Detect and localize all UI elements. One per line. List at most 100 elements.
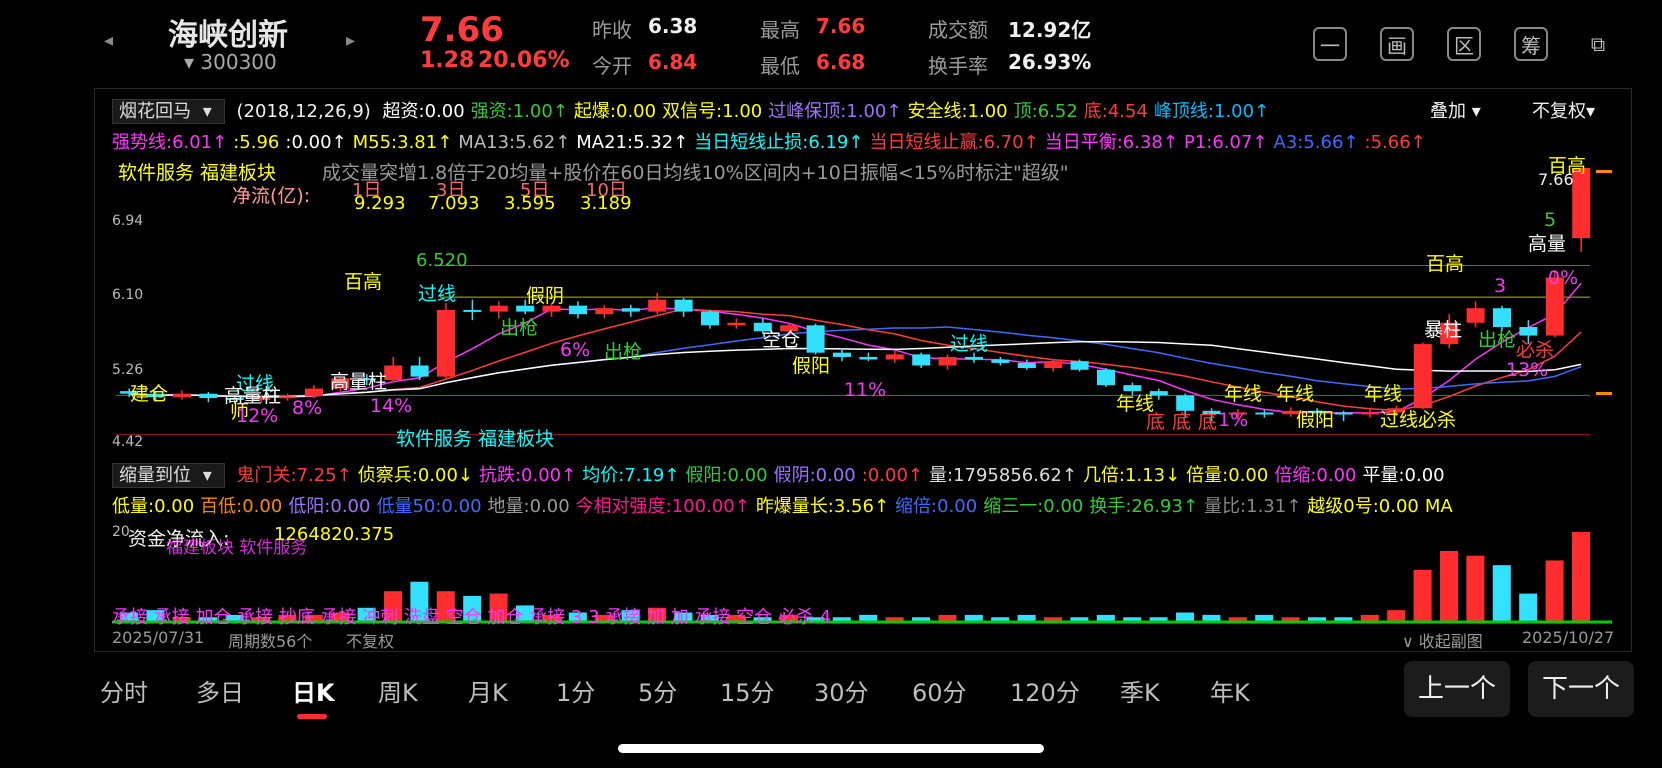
high-label: 最高 [760, 18, 800, 42]
main-row2-value-9: P1:6.07↑ [1183, 132, 1268, 153]
chip-icon[interactable]: 筹 [1514, 27, 1548, 61]
sub-row1-value-8: 几倍:1.13↓ [1082, 465, 1181, 486]
y-tick-4: 4.42 [112, 434, 144, 450]
overlay-dropdown[interactable]: 叠加 ▾ [1430, 97, 1481, 123]
chevron-down-icon: ▾ [1586, 101, 1596, 122]
tab-10[interactable]: 120分 [1010, 673, 1080, 708]
main-row1-value-4: 过峰保顶:1.00↑ [768, 101, 902, 122]
turnover-amount-value: 12.92亿 [1008, 18, 1092, 42]
fullscreen-icon[interactable]: 画 [1380, 27, 1414, 61]
sub-row1-value-7: 量:1795856.62↑ [929, 465, 1077, 486]
sub-row1-value-4: 假阳:0.00 [685, 465, 768, 486]
bottom-sector-label: 软件服务 福建板块 [396, 428, 555, 450]
flow-5: 3.595 [504, 193, 556, 214]
tab-2[interactable]: 日K [292, 673, 335, 708]
collapse-subchart-button[interactable]: ∨ 收起副图 [1402, 628, 1483, 652]
sub-indicator-dropdown[interactable]: 缩量到位 ▾ [112, 463, 225, 488]
tab-4[interactable]: 月K [468, 673, 508, 708]
stock-code[interactable]: ▾ 300300 [184, 50, 277, 74]
sub-row1-value-6: :0.00↑ [861, 465, 923, 486]
y-tick-2: 6.10 [112, 287, 144, 303]
sub-row2-value-12: MA [1424, 496, 1453, 517]
sub-row2-value-10: 量比:1.31↑ [1204, 496, 1302, 517]
sub-row1-value-5: 假阴:0.00 [773, 465, 856, 486]
turnover-rate-label: 换手率 [928, 54, 988, 78]
sub-row2-value-0: 低量:0.00 [112, 496, 195, 517]
sub-row2-value-7: 缩倍:0.00 [895, 496, 978, 517]
sub-indicator-row-1: 缩量到位 ▾ 鬼门关:7.25↑ 侦察兵:0.00↓ 抗跌:0.00↑ 均价:7.19… [112, 461, 1457, 488]
net-flow-label: 净流(亿): [232, 185, 311, 207]
main-row2-value-2: :0.00↑ [285, 132, 347, 153]
sub-row1-value-9: 倍量:0.00 [1186, 465, 1269, 486]
split-screen-icon[interactable]: ⧉ [1581, 27, 1615, 61]
tab-7[interactable]: 15分 [720, 673, 775, 708]
main-row1-value-8: 峰顶线:1.00↑ [1153, 101, 1270, 122]
level-line-label: 6.520 [416, 250, 468, 271]
sub-row2-value-5: 今相对强度:100.00↑ [575, 496, 750, 517]
sub-row2-value-4: 地量:0.00 [487, 496, 570, 517]
tab-11[interactable]: 季K [1120, 673, 1160, 708]
chevron-down-icon: ▾ [1471, 101, 1481, 122]
sub-indicator-values: 鬼门关:7.25↑ 侦察兵:0.00↓ 抗跌:0.00↑ 均价:7.19↑ 假阳:0.0… [237, 465, 1451, 486]
tab-6[interactable]: 5分 [638, 673, 677, 708]
fund-flow-value: 1264820.375 [274, 524, 395, 545]
prev-stock-button[interactable]: 上一个 [1404, 661, 1510, 717]
tab-3[interactable]: 周K [378, 673, 418, 708]
adjust-dropdown[interactable]: 不复权▾ [1532, 97, 1595, 123]
tab-8[interactable]: 30分 [814, 673, 869, 708]
prev-close-value: 6.38 [648, 14, 698, 38]
sub-row2-value-1: 百低:0.00 [200, 496, 283, 517]
top-price-label: 7.66 [1538, 170, 1574, 189]
sub-row2-value-8: 缩三一:0.00 [983, 496, 1084, 517]
main-row2-value-3: M55:3.81↑ [352, 132, 453, 153]
minimize-icon[interactable]: 一 [1313, 27, 1347, 61]
flow-1: 9.293 [354, 193, 406, 214]
turnover-amount-label: 成交额 [928, 18, 988, 42]
prev-stock-arrow[interactable]: ◂ [104, 30, 113, 51]
next-stock-button[interactable]: 下一个 [1528, 661, 1634, 717]
sub-row1-value-11: 平量:0.00 [1362, 465, 1445, 486]
main-row1-value-5: 安全线:1.00 [907, 101, 1008, 122]
sub-indicator-name: 缩量到位 [119, 465, 191, 486]
main-indicator-dropdown[interactable]: 烟花回马 ▾ [112, 99, 225, 124]
main-indicator-params: (2018,12,26,9) [236, 101, 371, 122]
main-row2-value-11: :5.66↑ [1364, 132, 1426, 153]
y-tick-3: 5.26 [112, 362, 144, 378]
overlay-label: 叠加 [1430, 101, 1466, 122]
tab-1[interactable]: 多日 [196, 673, 244, 708]
main-row2-value-5: MA21:5.32↑ [576, 132, 689, 153]
sub-row2-value-6: 昨爆量长:3.56↑ [755, 496, 890, 517]
start-date: 2025/07/31 [112, 628, 205, 647]
region-icon[interactable]: 区 [1447, 27, 1481, 61]
adjust-label: 不复权 [1532, 101, 1586, 122]
next-stock-arrow[interactable]: ▸ [346, 30, 355, 51]
tab-9[interactable]: 60分 [912, 673, 967, 708]
open-value: 6.84 [648, 50, 698, 74]
stock-name: 海峡创新 [168, 18, 288, 53]
turnover-rate-value: 26.93% [1008, 50, 1092, 74]
active-tab-indicator [297, 714, 327, 719]
main-indicator-row-2: 强势线:6.01↑:5.96:0.00↑ M55:3.81↑ MA13:5.62↑ M… [112, 128, 1432, 154]
end-date: 2025/10/27 [1522, 628, 1615, 647]
tab-5[interactable]: 1分 [556, 673, 595, 708]
sub-row1-value-0: 鬼门关:7.25↑ [236, 465, 352, 486]
open-label: 今开 [592, 54, 632, 78]
price-change: 1.28 [420, 48, 475, 73]
main-indicator-name: 烟花回马 [119, 101, 191, 122]
high-value: 7.66 [816, 14, 866, 38]
main-indicator-row-1: 烟花回马 ▾ (2018,12,26,9) 超资:0.00 强资:1.00↑ 起爆:… [112, 97, 1281, 124]
sub-row1-value-2: 抗跌:0.00↑ [478, 465, 577, 486]
sub-row2-value-9: 换手:26.93↑ [1089, 496, 1199, 517]
chevron-down-icon: ▾ [202, 101, 212, 122]
main-row1-value-0: 超资:0.00 [382, 101, 465, 122]
sub-row1-value-10: 倍缩:0.00 [1274, 465, 1357, 486]
main-indicator-values: 超资:0.00 强资:1.00↑ 起爆:0.00 双信号:1.00 过峰保顶:1.00↑… [383, 101, 1276, 122]
sub-row1-value-3: 均价:7.19↑ [582, 465, 680, 486]
y-tick-1: 6.94 [112, 213, 144, 229]
tab-12[interactable]: 年K [1210, 673, 1250, 708]
low-label: 最低 [760, 54, 800, 78]
main-row2-value-10: A3:5.66↑ [1273, 132, 1359, 153]
main-row2-value-7: 当日短线止赢:6.70↑ [869, 132, 1039, 153]
tab-0[interactable]: 分时 [100, 673, 148, 708]
main-row2-value-4: MA13:5.62↑ [458, 132, 571, 153]
